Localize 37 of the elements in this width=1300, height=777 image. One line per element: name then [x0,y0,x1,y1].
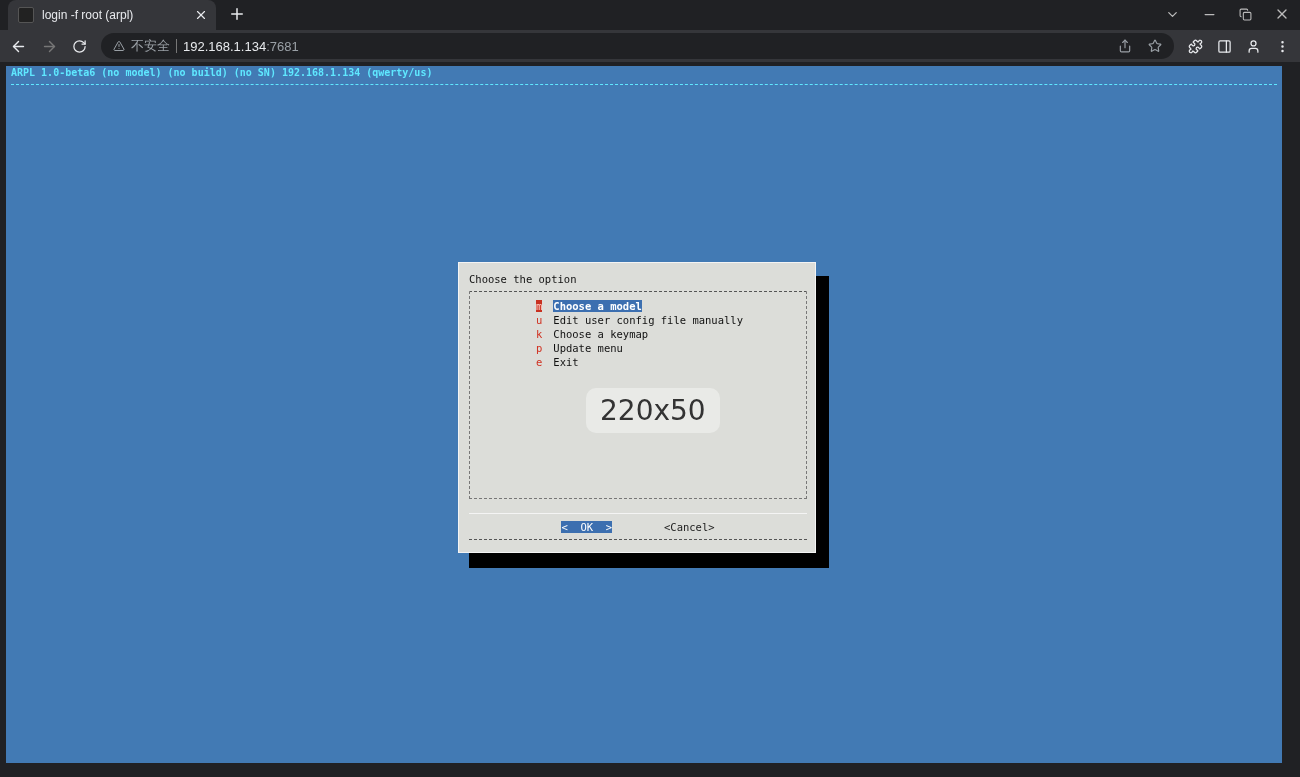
address-bar[interactable]: 不安全 192.168.1.134:7681 [101,33,1174,59]
profile-icon[interactable] [1246,38,1261,54]
side-panel-icon[interactable] [1217,38,1232,54]
star-icon[interactable] [1148,39,1162,53]
browser-tab[interactable]: login -f root (arpl) [8,0,216,30]
close-icon[interactable] [194,8,208,22]
favicon-icon [18,7,34,23]
hotkey-label: k [536,328,543,340]
url-host: 192.168.1.134 [183,38,267,54]
item-label: Edit user config file manually [553,314,743,326]
hotkey-label: u [536,314,543,326]
item-label: Exit [553,356,579,368]
status-header: ARPL 1.0-beta6 (no model) (no build) (no SN) 192.168.1.134 (qwerty/us) [11,66,1277,85]
hotkey-label: p [536,342,543,354]
warning-icon [113,40,125,52]
menu-item[interactable]: e Exit [536,355,806,369]
hotkey-label: m [536,300,543,312]
dialog-button[interactable]: <Cancel> [664,521,715,533]
item-label: Update menu [553,342,623,354]
dialog-button[interactable]: < OK > [561,521,612,533]
menu-item[interactable]: u Edit user config file manually [536,313,806,327]
restore-icon[interactable] [1239,6,1252,22]
security-label: 不安全 [131,37,170,55]
tab-title: login -f root (arpl) [42,8,135,22]
puzzle-icon[interactable] [1188,38,1203,54]
menu-item[interactable]: m Choose a model [536,299,806,313]
reload-icon[interactable] [72,38,87,54]
dialog-title: Choose the option [469,273,578,285]
item-label: Choose a model [553,300,642,312]
item-label: Choose a keymap [553,328,649,340]
menu-item[interactable]: p Update menu [536,341,806,355]
url-port: :7681 [266,38,299,54]
menu-item[interactable]: k Choose a keymap [536,327,806,341]
share-icon[interactable] [1118,39,1132,53]
size-overlay: 220x50 [586,388,720,433]
plus-icon[interactable] [228,5,246,23]
hotkey-label: e [536,356,543,368]
